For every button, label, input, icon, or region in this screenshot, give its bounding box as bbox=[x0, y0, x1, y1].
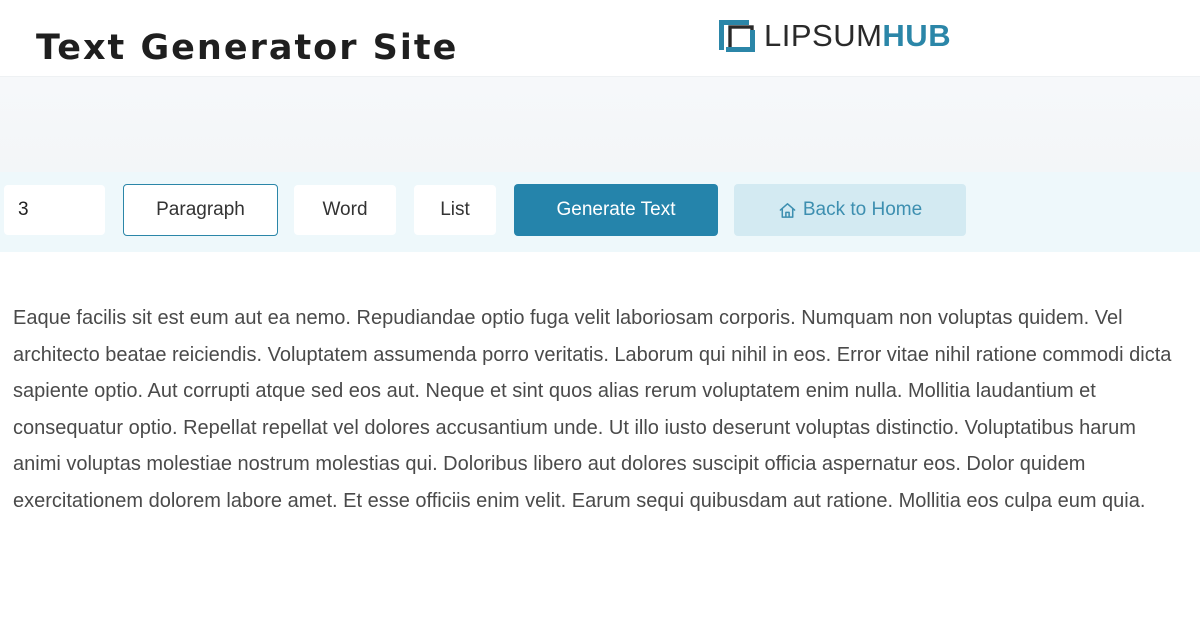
hero-banner bbox=[0, 77, 1200, 172]
site-header: Text Generator Site LIPSUMHUB bbox=[0, 0, 1200, 77]
page-title: Text Generator Site bbox=[36, 28, 459, 68]
word-button[interactable]: Word bbox=[294, 185, 396, 235]
lipsumhub-logo-icon bbox=[719, 20, 755, 52]
home-icon bbox=[779, 202, 796, 218]
back-to-home-button[interactable]: Back to Home bbox=[734, 184, 966, 236]
brand-name: LIPSUMHUB bbox=[764, 16, 951, 56]
generated-text: Eaque facilis sit est eum aut ea nemo. R… bbox=[13, 307, 1172, 512]
brand-logo[interactable]: LIPSUMHUB bbox=[716, 16, 951, 56]
brand-name-part2: HUB bbox=[882, 18, 952, 53]
back-to-home-label: Back to Home bbox=[802, 199, 923, 220]
paragraph-button[interactable]: Paragraph bbox=[123, 184, 278, 236]
count-input[interactable] bbox=[4, 185, 105, 235]
list-button[interactable]: List bbox=[414, 185, 496, 235]
brand-name-part1: LIPSUM bbox=[764, 18, 883, 53]
generator-toolbar: Paragraph Word List Generate Text Back t… bbox=[0, 172, 1200, 252]
generate-text-button[interactable]: Generate Text bbox=[514, 184, 718, 236]
